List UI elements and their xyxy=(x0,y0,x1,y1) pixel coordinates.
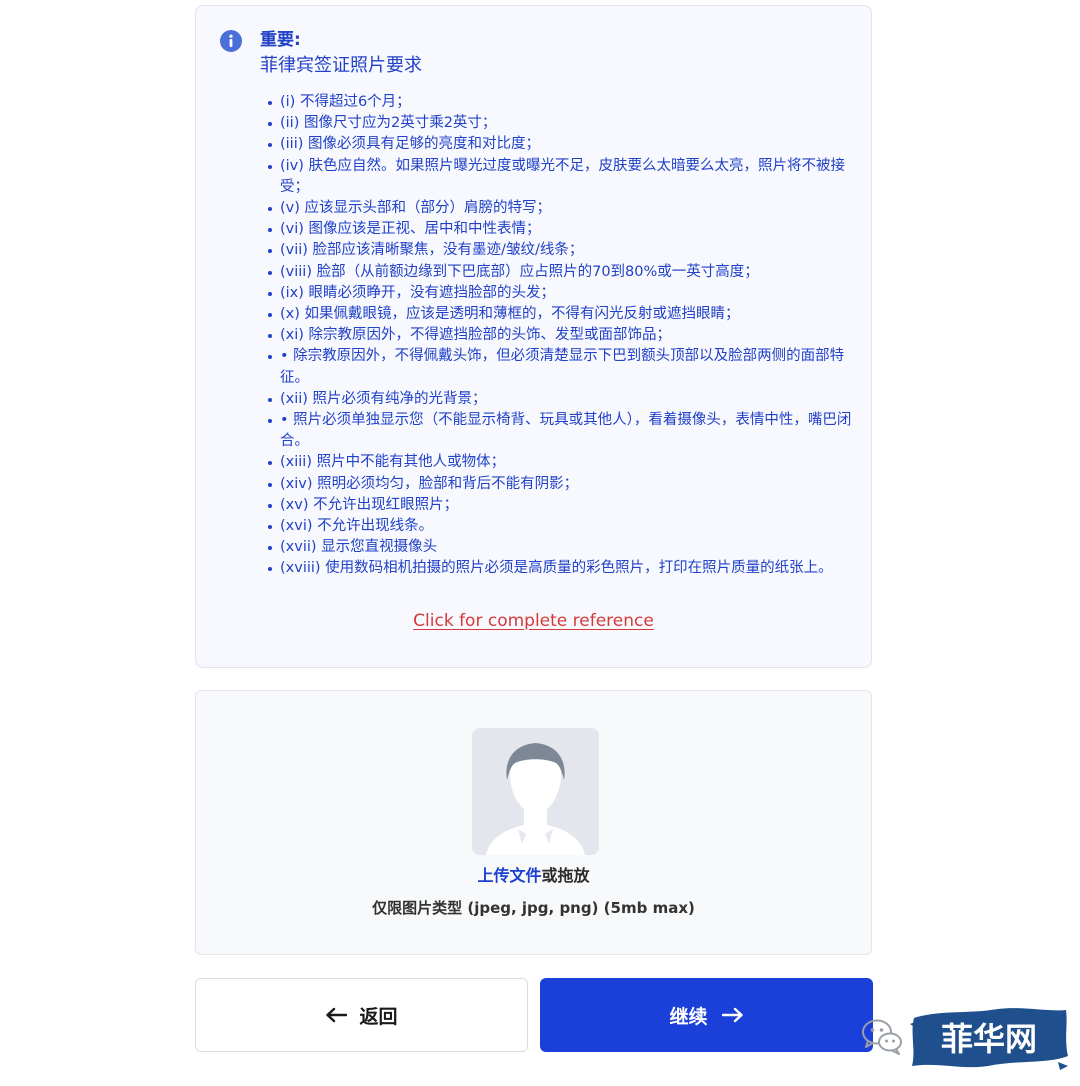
list-item: (xiv) 照明必须均匀，脸部和背后不能有阴影； xyxy=(268,474,858,495)
requirements-title: 菲律宾签证照片要求 xyxy=(260,55,422,76)
important-heading: 重要: xyxy=(260,30,301,50)
upload-prompt: 上传文件或拖放 xyxy=(196,865,871,887)
list-item: (ix) 眼睛必须睁开，没有遮挡脸部的头发； xyxy=(268,283,858,304)
list-item: (xviii) 使用数码相机拍摄的照片必须是高质量的彩色照片，打印在照片质量的纸… xyxy=(268,558,858,579)
drag-drop-text: 或拖放 xyxy=(541,866,590,885)
list-item: (vi) 图像应该是正视、居中和中性表情； xyxy=(268,219,858,240)
photo-requirements-card: 重要: 菲律宾签证照片要求 (i) 不得超过6个月； (ii) 图像尺寸应为2英… xyxy=(195,5,872,668)
watermark-text: 菲华网 xyxy=(941,1020,1037,1058)
list-item: (ii) 图像尺寸应为2英寸乘2英寸； xyxy=(268,113,858,134)
back-button-label: 返回 xyxy=(359,1005,398,1028)
list-item: (vii) 脸部应该清晰聚焦，没有墨迹/皱纹/线条； xyxy=(268,240,858,261)
photo-upload-dropzone[interactable]: 上传文件或拖放 仅限图片类型 (jpeg, jpg, png) (5mb max… xyxy=(195,690,872,955)
list-item: (xii) 照片必须有纯净的光背景； xyxy=(268,389,858,410)
list-item: (viii) 脸部（从前额边缘到下巴底部）应占照片的70到80%或一英寸高度； xyxy=(268,262,858,283)
continue-button-label: 继续 xyxy=(669,1005,708,1028)
wechat-icon xyxy=(862,1019,902,1055)
list-item: (v) 应该显示头部和（部分）肩膀的特写； xyxy=(268,198,858,219)
list-item: (x) 如果佩戴眼镜，应该是透明和薄框的，不得有闪光反射或遮挡眼睛； xyxy=(268,304,858,325)
list-item: (xv) 不允许出现红眼照片； xyxy=(268,495,858,516)
arrow-left-icon xyxy=(326,1007,348,1023)
list-item: (xiii) 照片中不能有其他人或物体； xyxy=(268,452,858,473)
list-item: • 照片必须单独显示您（不能显示椅背、玩具或其他人），看着摄像头，表情中性，嘴巴… xyxy=(268,410,858,452)
list-item: (xvii) 显示您直视摄像头 xyxy=(268,537,858,558)
list-item: (iv) 肤色应自然。如果照片曝光过度或曝光不足，皮肤要么太暗要么太亮，照片将不… xyxy=(268,156,858,198)
site-watermark: 菲华网 xyxy=(858,1000,1073,1078)
list-item: (iii) 图像必须具有足够的亮度和对比度； xyxy=(268,134,858,155)
requirements-list: (i) 不得超过6个月； (ii) 图像尺寸应为2英寸乘2英寸； (iii) 图… xyxy=(268,92,858,580)
info-icon xyxy=(220,30,242,52)
upload-file-link[interactable]: 上传文件 xyxy=(477,866,541,885)
person-silhouette-icon xyxy=(472,728,599,855)
list-item: (xvi) 不允许出现线条。 xyxy=(268,516,858,537)
watermark-logo: 菲华网 xyxy=(910,1008,1068,1070)
complete-reference-link[interactable]: Click for complete reference xyxy=(196,611,871,631)
continue-button[interactable]: 继续 xyxy=(540,978,873,1052)
back-button[interactable]: 返回 xyxy=(195,978,528,1052)
avatar-placeholder xyxy=(472,728,599,855)
list-item: (i) 不得超过6个月； xyxy=(268,92,858,113)
file-type-hint: 仅限图片类型 (jpeg, jpg, png) (5mb max) xyxy=(372,899,695,917)
arrow-right-icon xyxy=(721,1007,743,1023)
list-item: (xi) 除宗教原因外，不得遮挡脸部的头饰、发型或面部饰品； xyxy=(268,325,858,346)
list-item: • 除宗教原因外，不得佩戴头饰，但必须清楚显示下巴到额头顶部以及脸部两侧的面部特… xyxy=(268,346,858,388)
